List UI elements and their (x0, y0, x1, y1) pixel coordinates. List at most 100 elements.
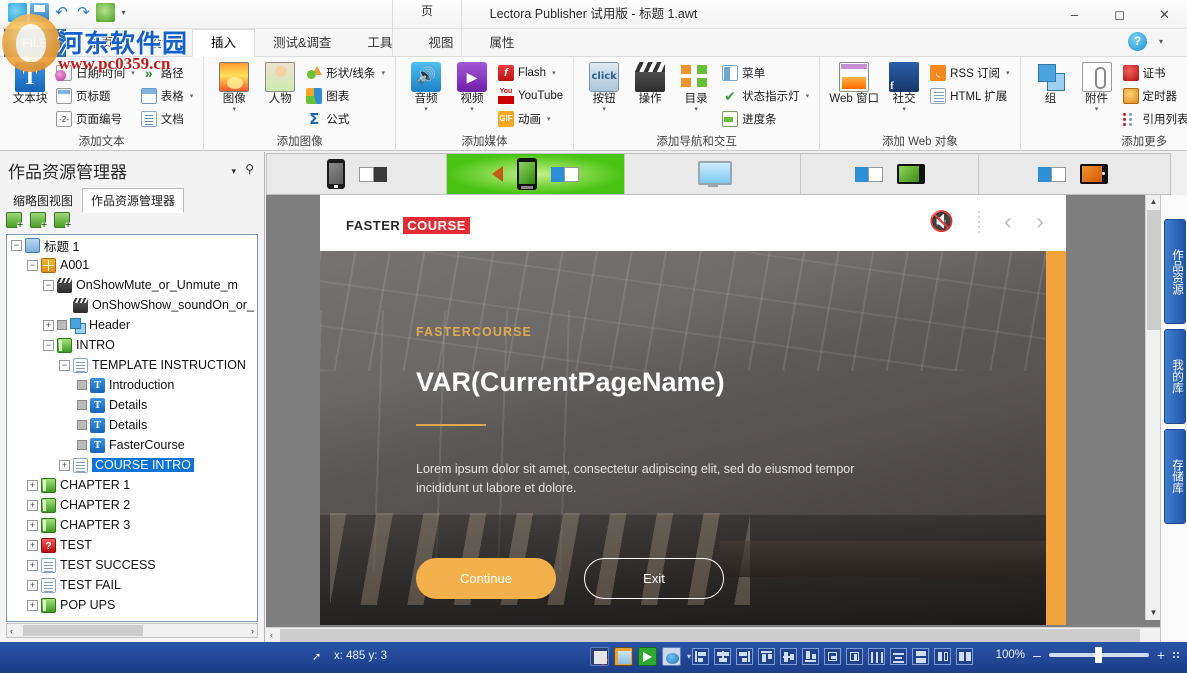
tab-test-survey[interactable]: 测试&调查 (255, 29, 349, 57)
expander-icon[interactable]: − (27, 259, 38, 271)
preview-run-icon[interactable] (638, 647, 657, 666)
caret-icon[interactable]: ▾ (118, 3, 129, 22)
shape-line-button[interactable]: 形状/线条 ▾ (303, 62, 388, 83)
rss-button[interactable]: ◟ RSS 订阅 ▾ (927, 62, 1012, 83)
expander-icon[interactable]: − (43, 279, 54, 291)
expander-icon[interactable]: + (43, 319, 54, 331)
device-segment-desktop[interactable] (625, 154, 801, 194)
tree-node-action-soundon[interactable]: OnShowShow_soundOn_or_ (7, 295, 257, 315)
help-icon[interactable]: ? (1128, 32, 1147, 51)
tree-node-action-mute[interactable]: − OnShowMute_or_Unmute_m (7, 275, 257, 295)
person-button[interactable]: 人物 (257, 60, 303, 105)
zoom-slider-knob[interactable] (1094, 647, 1102, 663)
expander-icon[interactable]: + (27, 479, 38, 491)
device-segment-phone-active[interactable] (447, 154, 625, 194)
panel-collapse-caret-icon[interactable]: ▾ (231, 166, 236, 177)
visibility-checkbox[interactable] (77, 380, 87, 390)
timer-button[interactable]: 定时器 (1120, 85, 1187, 106)
continue-button[interactable]: Continue (416, 558, 556, 599)
tree-node-test[interactable]: + ? TEST (7, 535, 257, 555)
expander-icon[interactable]: + (27, 499, 38, 511)
align-top-icon[interactable] (758, 648, 775, 665)
chevron-down-icon[interactable]: ▾ (424, 106, 428, 113)
html-extension-button[interactable]: HTML 扩展 (927, 85, 1012, 106)
visibility-checkbox[interactable] (77, 420, 87, 430)
align-left-icon[interactable] (692, 648, 709, 665)
tree-node-header[interactable]: + Header (7, 315, 257, 335)
vtab-repository[interactable]: 存储库 (1164, 429, 1186, 524)
preview-page-icon[interactable] (614, 647, 633, 666)
desktop-monitor-icon[interactable] (697, 161, 732, 187)
chart-button[interactable]: 图表 (303, 85, 388, 106)
device-segment-phone-portrait[interactable] (267, 154, 447, 194)
audio-button[interactable]: 🔊 音频 ▾ (403, 60, 449, 113)
add-section-icon[interactable] (30, 212, 48, 230)
visibility-checkbox[interactable] (57, 320, 67, 330)
scroll-right-arrow-icon[interactable]: › (248, 626, 257, 636)
same-height-icon[interactable] (956, 648, 973, 665)
phone-portrait-green-icon[interactable] (517, 158, 537, 190)
scrollbar-thumb[interactable] (23, 625, 143, 636)
chevron-down-icon[interactable]: ▾ (470, 106, 474, 113)
progress-bar-button[interactable]: 进度条 (719, 108, 812, 129)
menu-button[interactable]: 菜单 (719, 62, 812, 83)
web-window-button[interactable]: Web 窗口 (827, 60, 881, 105)
tab-insert[interactable]: 插入 (192, 29, 256, 57)
preview-icon[interactable] (96, 3, 115, 22)
help-caret-icon[interactable]: ▾ (1159, 37, 1163, 46)
tree-node-test-fail[interactable]: + TEST FAIL (7, 575, 257, 595)
resize-grip-icon[interactable] (1173, 652, 1179, 658)
tab-title-explorer[interactable]: 作品资源管理器 (82, 188, 185, 213)
tree-node-introduction[interactable]: T Introduction (7, 375, 257, 395)
expander-icon[interactable]: + (27, 599, 38, 611)
vtab-title-resources[interactable]: 作品资源 (1164, 219, 1186, 324)
tree-node-a001[interactable]: − A001 (7, 255, 257, 275)
minimize-button[interactable]: ‒ (1052, 0, 1097, 29)
toggle-blue-icon[interactable] (551, 166, 579, 182)
tree-node-chapter-2[interactable]: + CHAPTER 2 (7, 495, 257, 515)
page-title-button[interactable]: 页标题 (53, 85, 138, 106)
citation-list-button[interactable]: 引用列表 (1120, 108, 1187, 129)
table-button[interactable]: 表格 ▾ (138, 85, 197, 106)
tree-node-chapter-3[interactable]: + CHAPTER 3 (7, 515, 257, 535)
chevron-down-icon[interactable]: ▾ (232, 106, 236, 113)
expander-icon[interactable]: + (59, 459, 70, 471)
expander-icon[interactable]: + (27, 519, 38, 531)
chevron-down-icon[interactable]: ▾ (381, 69, 385, 77)
attachment-button[interactable]: 附件 ▾ (1074, 60, 1120, 113)
tree-node-intro[interactable]: − INTRO (7, 335, 257, 355)
publish-icon[interactable] (590, 647, 609, 666)
toggle-blue-icon[interactable] (1038, 166, 1066, 182)
mute-icon[interactable]: 🔇 (929, 209, 954, 235)
panel-horizontal-scrollbar[interactable]: ‹ › (6, 623, 258, 638)
path-button[interactable]: » 路径 (138, 62, 197, 83)
animation-button[interactable]: GIF 动画 ▾ (495, 108, 566, 129)
toc-button[interactable]: 目录 ▾ (673, 60, 719, 113)
zoom-in-button[interactable]: + (1157, 648, 1165, 662)
tree-node-details-2[interactable]: T Details (7, 415, 257, 435)
page-number-button[interactable]: -2- 页面编号 (53, 108, 138, 129)
align-middle-icon[interactable] (780, 648, 797, 665)
chevron-down-icon[interactable]: ▾ (694, 106, 698, 113)
tree-node-fastercourse[interactable]: T FasterCourse (7, 435, 257, 455)
scroll-left-arrow-icon[interactable]: ‹ (7, 626, 16, 636)
close-button[interactable]: ✕ (1142, 0, 1187, 29)
image-button[interactable]: 图像 ▾ (211, 60, 257, 113)
chevron-down-icon[interactable]: ▾ (1095, 106, 1099, 113)
tree-node-pop-ups[interactable]: + POP UPS (7, 595, 257, 615)
text-block-button[interactable]: T 文本块 (7, 60, 53, 105)
canvas-vertical-scrollbar[interactable]: ▲ ▼ (1145, 195, 1160, 620)
tab-file[interactable]: FILE (4, 29, 66, 57)
tree-node-test-success[interactable]: + TEST SUCCESS (7, 555, 257, 575)
chevron-down-icon[interactable]: ▾ (687, 652, 691, 661)
more-vertical-icon[interactable] (978, 211, 980, 233)
align-center-horizontal-icon[interactable] (714, 648, 731, 665)
chevron-down-icon[interactable]: ▾ (190, 92, 194, 100)
course-page[interactable]: FASTER COURSE 🔇 ‹ › FASTERCOURSE VAR(Cur… (320, 195, 1066, 625)
tree-node-chapter-1[interactable]: + CHAPTER 1 (7, 475, 257, 495)
save-icon[interactable] (30, 3, 49, 22)
tab-properties[interactable]: 属性 (471, 29, 532, 57)
chevron-down-icon[interactable]: ▾ (547, 115, 551, 123)
fit-width-icon[interactable] (824, 648, 841, 665)
expander-icon[interactable]: + (27, 559, 38, 571)
